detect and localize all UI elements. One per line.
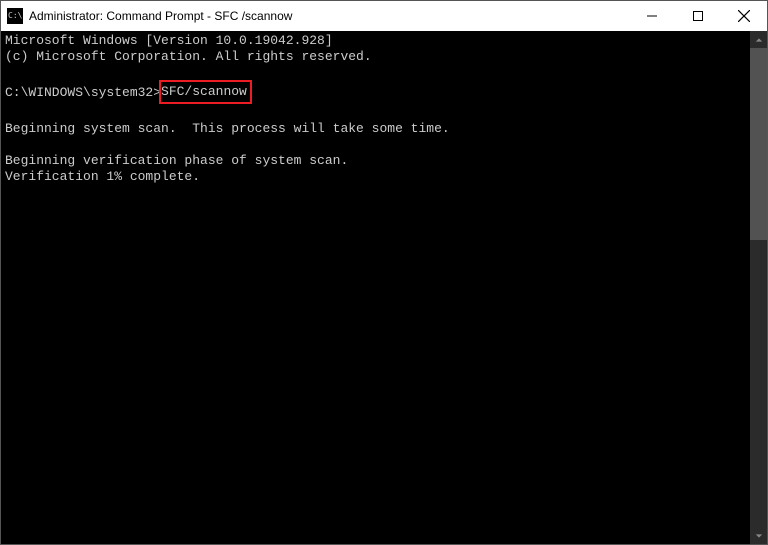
close-button[interactable] bbox=[721, 1, 767, 31]
terminal-area: Microsoft Windows [Version 10.0.19042.92… bbox=[1, 31, 767, 544]
output-line: Verification 1% complete. bbox=[5, 169, 200, 184]
output-line: Microsoft Windows [Version 10.0.19042.92… bbox=[5, 33, 333, 48]
scrollbar-track[interactable] bbox=[750, 48, 767, 527]
output-line: Beginning system scan. This process will… bbox=[5, 121, 450, 136]
output-line: Beginning verification phase of system s… bbox=[5, 153, 348, 168]
minimize-button[interactable] bbox=[629, 1, 675, 31]
maximize-button[interactable] bbox=[675, 1, 721, 31]
command-prompt-window: C:\. Administrator: Command Prompt - SFC… bbox=[0, 0, 768, 545]
window-title: Administrator: Command Prompt - SFC /sca… bbox=[29, 9, 292, 23]
vertical-scrollbar[interactable] bbox=[750, 31, 767, 544]
chevron-down-icon bbox=[755, 532, 763, 540]
chevron-up-icon bbox=[755, 36, 763, 44]
window-controls bbox=[629, 1, 767, 31]
scroll-up-button[interactable] bbox=[750, 31, 767, 48]
close-icon bbox=[738, 10, 750, 22]
command-highlight: SFC/scannow bbox=[159, 80, 252, 104]
cmd-icon: C:\. bbox=[7, 8, 23, 24]
minimize-icon bbox=[647, 11, 657, 21]
output-line: (c) Microsoft Corporation. All rights re… bbox=[5, 49, 372, 64]
prompt-path: C:\WINDOWS\system32> bbox=[5, 85, 161, 100]
scroll-down-button[interactable] bbox=[750, 527, 767, 544]
titlebar[interactable]: C:\. Administrator: Command Prompt - SFC… bbox=[1, 1, 767, 31]
entered-command: SFC/scannow bbox=[161, 84, 247, 99]
terminal-output[interactable]: Microsoft Windows [Version 10.0.19042.92… bbox=[1, 31, 750, 544]
maximize-icon bbox=[693, 11, 703, 21]
scrollbar-thumb[interactable] bbox=[750, 48, 767, 240]
